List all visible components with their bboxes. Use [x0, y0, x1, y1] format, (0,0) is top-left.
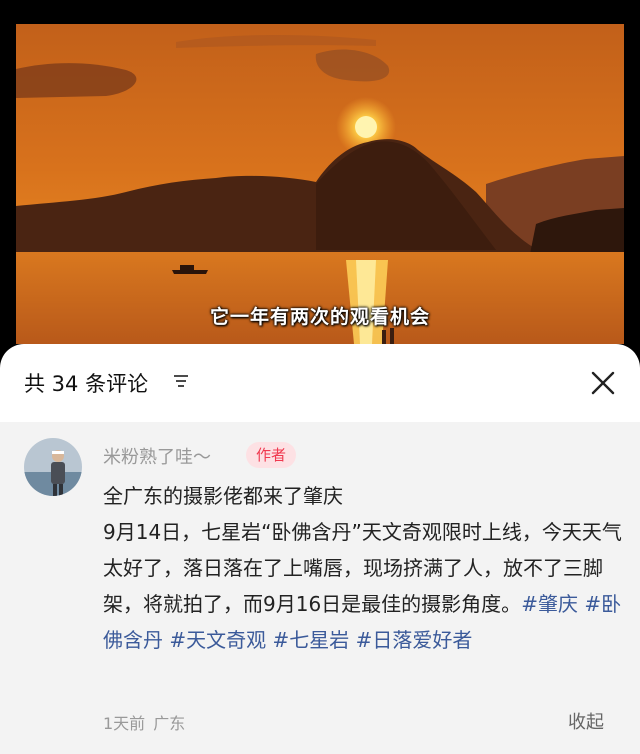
hashtag[interactable]: #日落爱好者	[356, 628, 473, 652]
collapse-button[interactable]: 收起	[568, 708, 604, 734]
comment-body: 全广东的摄影佬都来了肇庆 9月14日，七星岩“卧佛含丹”天文奇观限时上线，今天天…	[103, 478, 623, 658]
filter-lines-icon[interactable]	[173, 374, 189, 388]
video-player[interactable]: 它一年有两次的观看机会	[0, 0, 640, 360]
comment-location: 广东	[153, 714, 186, 733]
hashtag[interactable]: #七星岩	[272, 628, 349, 652]
comment-meta: 1天前 广东	[103, 710, 193, 734]
comment-count-title: 共 34 条评论	[24, 372, 149, 396]
hashtag[interactable]: #肇庆	[521, 592, 578, 616]
comment-time: 1天前	[103, 714, 146, 733]
author-badge: 作者	[246, 442, 297, 468]
close-x-icon[interactable]	[588, 368, 618, 398]
comment-item: 米粉熟了哇～ 作者 全广东的摄影佬都来了肇庆 9月14日，七星岩“卧佛含丹”天文…	[0, 422, 640, 754]
comment-paragraph: 9月14日，七星岩“卧佛含丹”天文奇观限时上线，今天天气太好了，落日落在了上嘴唇…	[103, 514, 623, 658]
comment-line: 全广东的摄影佬都来了肇庆	[103, 484, 343, 508]
sunset-video-frame	[16, 24, 624, 344]
video-subtitle: 它一年有两次的观看机会	[209, 306, 430, 328]
hashtag[interactable]: #天文奇观	[169, 628, 266, 652]
user-avatar-image	[24, 438, 82, 496]
avatar[interactable]	[24, 438, 82, 496]
comments-header: 共 34 条评论	[0, 344, 640, 422]
comments-sheet: 共 34 条评论 米粉熟了哇～ 作者 全广东的摄影佬都来了肇庆 9月14日，七星…	[0, 344, 640, 754]
comment-username[interactable]: 米粉熟了哇～	[103, 443, 211, 469]
